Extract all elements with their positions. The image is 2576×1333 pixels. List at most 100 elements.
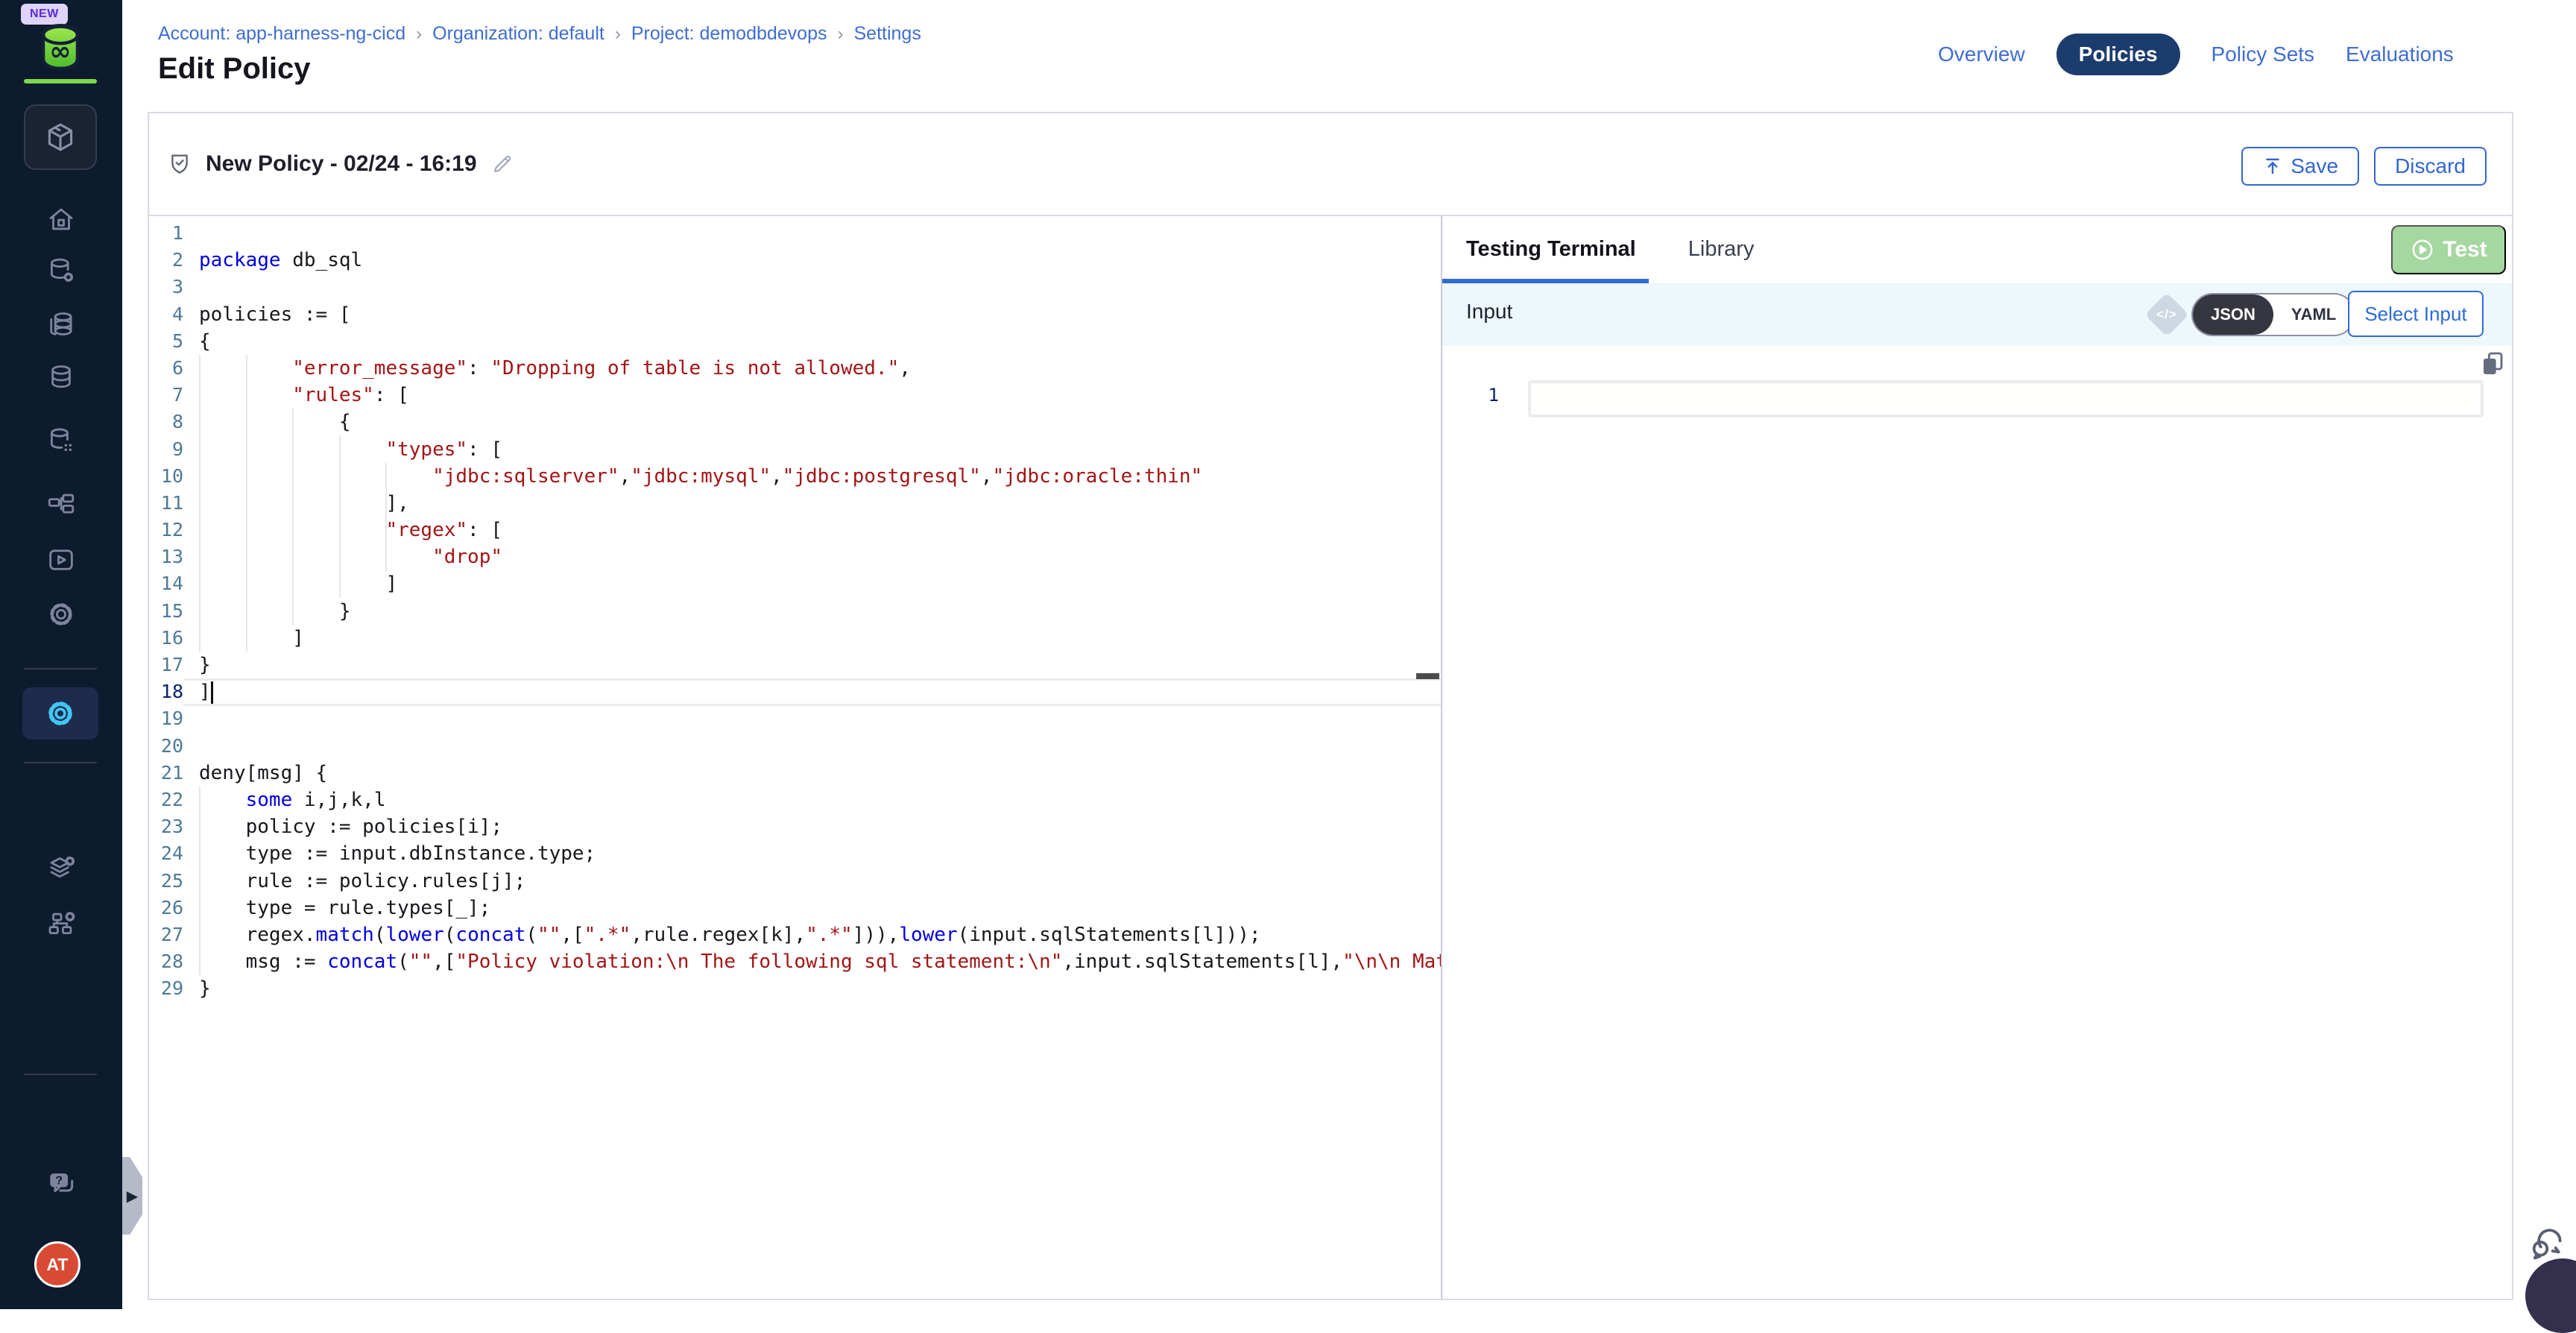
nav-policy-sets[interactable]: Policy Sets <box>2212 42 2315 66</box>
nav-policies[interactable]: Policies <box>2056 34 2180 75</box>
line-number: 29 <box>149 975 183 1002</box>
sidebar-divider <box>24 668 97 669</box>
format-option-json[interactable]: JSON <box>2193 294 2273 335</box>
code-line: { <box>199 328 1441 355</box>
policy-code-editor[interactable]: 1234567891011121314151617181920212223242… <box>149 216 1441 1299</box>
discard-label: Discard <box>2395 154 2466 178</box>
breadcrumb-link[interactable]: Project: demodbdevops <box>631 23 827 45</box>
code-line: } <box>199 975 1441 1002</box>
line-number: 17 <box>149 652 183 678</box>
breadcrumb-separator: › <box>615 24 621 45</box>
layers-gear-icon <box>45 854 77 885</box>
discard-button[interactable]: Discard <box>2374 147 2487 186</box>
code-line <box>199 705 1441 732</box>
sidebar-divider <box>24 1074 97 1075</box>
code-line: type := input.dbInstance.type; <box>199 840 1441 867</box>
sidebar-item-database-stack[interactable] <box>0 309 122 340</box>
help-button[interactable]: ? <box>0 1167 122 1199</box>
overview-ruler-cursor <box>1416 673 1439 679</box>
code-line: } <box>199 652 1441 678</box>
test-button[interactable]: Test <box>2391 225 2506 274</box>
code-line: policy := policies[i]; <box>199 813 1441 840</box>
policy-name: New Policy - 02/24 - 16:19 <box>206 151 477 177</box>
code-line: "types": [ <box>199 436 1441 463</box>
copy-icon[interactable] <box>2478 347 2507 380</box>
policy-card-header: New Policy - 02/24 - 16:19 Save Discard <box>149 113 2512 216</box>
pipeline-icon <box>45 489 77 520</box>
line-number: 21 <box>149 760 183 787</box>
text-cursor <box>211 681 213 704</box>
line-number: 22 <box>149 787 183 813</box>
code-line: "regex": [ <box>199 517 1441 543</box>
svg-text:∞: ∞ <box>49 37 71 67</box>
database-icon <box>45 362 77 393</box>
input-label: Input <box>1466 300 1512 324</box>
sidebar-divider <box>24 762 97 763</box>
help-chat-icon: ? <box>45 1167 77 1199</box>
code-line: msg := concat("",["Policy violation:\n T… <box>199 948 1441 975</box>
line-number: 14 <box>149 570 183 597</box>
code-line <box>199 220 1441 247</box>
expand-sidebar-arrow[interactable]: ▶ <box>122 1157 142 1235</box>
code-line <box>199 733 1441 760</box>
sidebar-divider-green <box>24 79 97 83</box>
nav-evaluations[interactable]: Evaluations <box>2346 42 2454 66</box>
line-number: 9 <box>149 436 183 463</box>
line-number: 23 <box>149 813 183 840</box>
select-input-button[interactable]: Select Input <box>2348 291 2484 337</box>
line-number: 28 <box>149 948 183 975</box>
edit-pencil-icon[interactable] <box>490 152 514 176</box>
code-line: ] <box>199 570 1441 597</box>
code-line: regex.match(lower(concat("",[".*",rule.r… <box>199 921 1441 948</box>
code-line: some i,j,k,l <box>199 787 1441 813</box>
breadcrumb-link[interactable]: Organization: default <box>432 23 604 45</box>
sidebar-item-database-gear[interactable] <box>0 255 122 286</box>
panel-tabs: Testing Terminal Library <box>1466 216 1754 282</box>
chat-bubbles-icon[interactable] <box>2527 1224 2567 1264</box>
input-editor-field[interactable] <box>1528 380 2484 417</box>
testing-panel: Testing TerminalLibrary Test Input </> J… <box>1442 216 2512 1299</box>
line-number: 11 <box>149 490 183 517</box>
breadcrumb-link[interactable]: Account: app-harness-ng-cicd <box>158 23 405 45</box>
sidebar-item-gear[interactable] <box>0 599 122 630</box>
tab-testing-terminal[interactable]: Testing Terminal <box>1466 237 1636 262</box>
code-lines[interactable]: package db_sqlpolicies := [{ "error_mess… <box>199 220 1441 1002</box>
save-button[interactable]: Save <box>2241 147 2359 186</box>
breadcrumb: Account: app-harness-ng-cicd › Organizatio… <box>158 23 921 45</box>
code-line: "error_message": "Dropping of table is n… <box>199 355 1441 382</box>
top-nav: Overview Policies Policy Sets Evaluations <box>1938 33 2454 76</box>
sidebar-item-layers-gear[interactable] <box>0 854 122 885</box>
code-line <box>199 274 1441 300</box>
module-selector[interactable] <box>24 104 97 170</box>
sidebar-item-database[interactable] <box>0 362 122 393</box>
line-number: 16 <box>149 625 183 652</box>
code-line: ] <box>199 678 1441 705</box>
save-label: Save <box>2291 154 2338 178</box>
code-line: ], <box>199 490 1441 517</box>
input-editor-line-number: 1 <box>1477 385 1499 406</box>
code-line: { <box>199 409 1441 435</box>
line-number: 24 <box>149 840 183 867</box>
settings-gear-icon <box>44 697 77 730</box>
sidebar: NEW ∞ <box>0 0 122 1309</box>
gear-icon <box>45 599 77 630</box>
chat-widget-blob[interactable] <box>2525 1258 2576 1333</box>
play-icon <box>45 544 77 576</box>
breadcrumb-link[interactable]: Settings <box>854 23 921 45</box>
line-number: 4 <box>149 301 183 328</box>
avatar[interactable]: AT <box>34 1241 80 1288</box>
sidebar-item-play[interactable] <box>0 544 122 576</box>
sidebar-item-home[interactable] <box>0 204 122 235</box>
line-number: 6 <box>149 355 183 382</box>
sidebar-item-settings-active[interactable] <box>22 687 98 740</box>
nav-overview[interactable]: Overview <box>1938 42 2025 66</box>
sidebar-item-pipeline[interactable] <box>0 489 122 520</box>
line-number: 5 <box>149 328 183 355</box>
tab-library[interactable]: Library <box>1688 237 1755 262</box>
database-devops-logo[interactable]: ∞ <box>36 21 85 73</box>
database-stack-icon <box>45 309 77 340</box>
format-option-yaml[interactable]: YAML <box>2273 294 2354 335</box>
sidebar-item-hierarchy-gear[interactable] <box>0 908 122 939</box>
code-line: type = rule.types[_]; <box>199 895 1441 921</box>
sidebar-item-database-grid[interactable] <box>0 425 122 456</box>
